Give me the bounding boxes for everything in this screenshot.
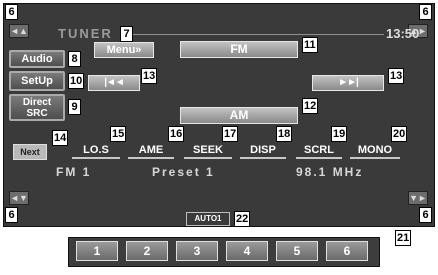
direct-src-button[interactable]: Direct SRC bbox=[9, 94, 65, 121]
header-divider bbox=[122, 34, 384, 35]
callout-21: 21 bbox=[395, 230, 412, 246]
disp-button[interactable]: DISP bbox=[240, 143, 286, 159]
corner-down-right-button[interactable]: ▼► bbox=[408, 191, 428, 205]
callout-19: 19 bbox=[331, 126, 348, 142]
callout-6-bottom-right: 6 bbox=[419, 207, 432, 223]
callout-6-top-left: 6 bbox=[5, 4, 18, 20]
callout-11: 11 bbox=[302, 37, 318, 53]
callout-18: 18 bbox=[276, 126, 293, 142]
direct-src-line2: SRC bbox=[26, 108, 48, 119]
corner-up-left-button[interactable]: ◄▲ bbox=[9, 24, 29, 38]
callout-13-right: 13 bbox=[388, 68, 405, 84]
callout-12: 12 bbox=[302, 98, 319, 114]
corner-down-left-button[interactable]: ◄▼ bbox=[9, 191, 29, 205]
mono-button[interactable]: MONO bbox=[350, 143, 400, 159]
direct-src-line1: Direct bbox=[22, 97, 52, 108]
callout-17: 17 bbox=[222, 126, 239, 142]
preset-button-5[interactable]: 5 bbox=[276, 241, 318, 261]
callout-10: 10 bbox=[68, 73, 85, 89]
seek-next-button[interactable]: ►►| bbox=[312, 75, 384, 91]
preset-button-2[interactable]: 2 bbox=[126, 241, 168, 261]
callout-6-top-right: 6 bbox=[419, 4, 432, 20]
callout-14: 14 bbox=[52, 130, 69, 146]
audio-button[interactable]: Audio bbox=[9, 50, 65, 68]
seek-prev-button[interactable]: |◄◄ bbox=[88, 75, 140, 91]
preset-button-1[interactable]: 1 bbox=[76, 241, 118, 261]
seek-mode-button[interactable]: SEEK bbox=[184, 143, 232, 159]
scrl-button[interactable]: SCRL bbox=[296, 143, 342, 159]
preset-button-6[interactable]: 6 bbox=[326, 241, 368, 261]
callout-22: 22 bbox=[234, 211, 251, 227]
frequency-status: 98.1 MHz bbox=[296, 165, 364, 179]
next-button[interactable]: Next bbox=[13, 144, 47, 160]
callout-8: 8 bbox=[68, 51, 81, 67]
callout-20: 20 bbox=[391, 126, 408, 142]
tuner-title: TUNER bbox=[58, 26, 113, 41]
callout-9: 9 bbox=[68, 99, 81, 115]
band-status: FM 1 bbox=[56, 165, 92, 179]
setup-button[interactable]: SetUp bbox=[9, 71, 65, 91]
clock: 13:50 bbox=[386, 26, 420, 41]
callout-6-bottom-left: 6 bbox=[5, 207, 18, 223]
fm-band-button[interactable]: FM bbox=[180, 41, 298, 58]
menu-button[interactable]: Menu» bbox=[94, 42, 154, 58]
preset-button-3[interactable]: 3 bbox=[176, 241, 218, 261]
am-band-button[interactable]: AM bbox=[180, 107, 298, 124]
preset-status: Preset 1 bbox=[152, 165, 215, 179]
callout-13-left: 13 bbox=[141, 68, 158, 84]
callout-16: 16 bbox=[168, 126, 185, 142]
callout-15: 15 bbox=[110, 126, 127, 142]
los-button[interactable]: LO.S bbox=[72, 143, 120, 159]
ame-button[interactable]: AME bbox=[128, 143, 174, 159]
callout-7: 7 bbox=[120, 26, 133, 42]
preset-button-4[interactable]: 4 bbox=[226, 241, 268, 261]
auto-indicator: AUTO1 bbox=[186, 212, 230, 226]
